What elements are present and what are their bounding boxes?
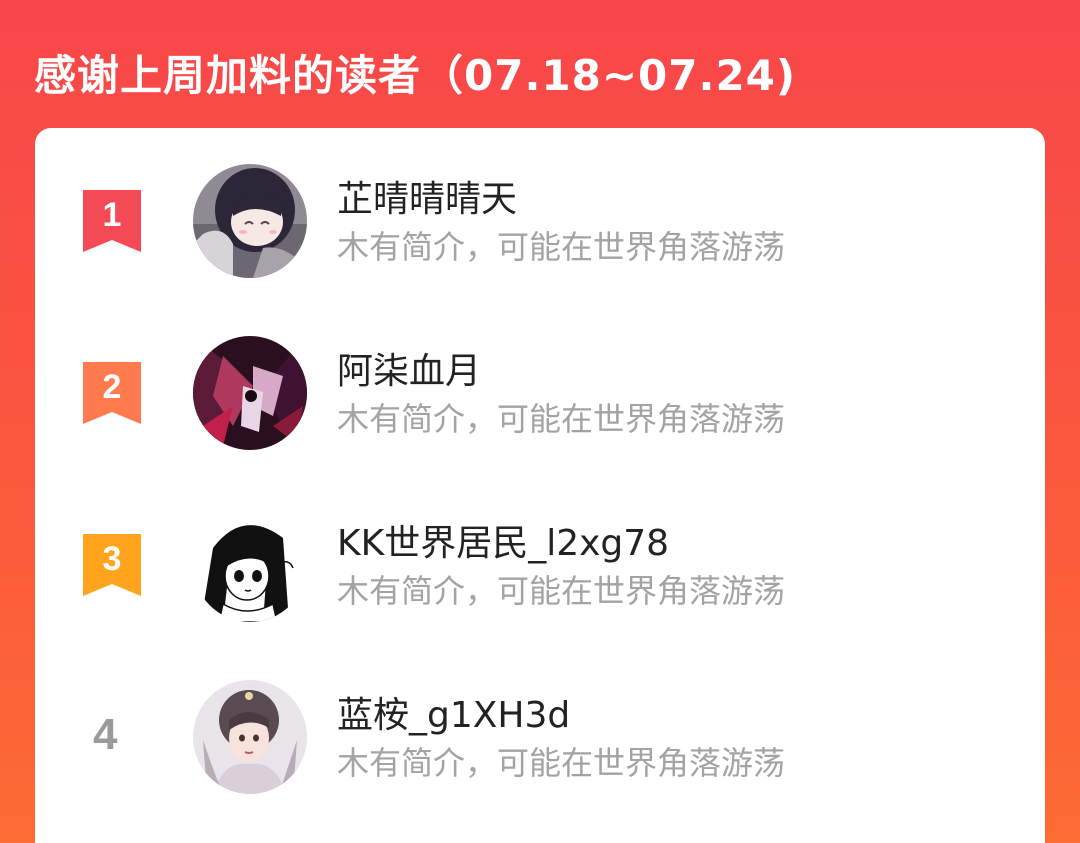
- reader-row-2[interactable]: 2 阿柒血月 木有简介，可能在世界角落游荡: [35, 336, 1045, 456]
- rank-badge-icon: 2: [83, 362, 141, 424]
- avatar[interactable]: [193, 680, 307, 794]
- reader-bio: 木有简介，可能在世界角落游荡: [337, 572, 786, 610]
- reader-name[interactable]: 芷晴晴晴天: [337, 170, 517, 222]
- reader-bio: 木有简介，可能在世界角落游荡: [337, 400, 786, 438]
- rank-number: 1: [103, 196, 122, 234]
- reader-row-3[interactable]: 3 KK世界居民_l2xg78 木有简介，可能在世界角落游荡: [35, 508, 1045, 628]
- reader-name[interactable]: 阿柒血月: [337, 342, 481, 394]
- reader-bio: 木有简介，可能在世界角落游荡: [337, 744, 786, 782]
- reader-row-1[interactable]: 1 芷晴晴晴天 木有简介，可能在世界角落游荡: [35, 164, 1045, 284]
- rank-number: 4: [93, 710, 118, 759]
- reader-list-card: 1 芷晴晴晴天 木有简介，可能在世界角落游荡 2 阿柒血月 木有简介，可能在世界…: [35, 128, 1045, 843]
- rank-badge-icon: 3: [83, 534, 141, 596]
- reader-name[interactable]: KK世界居民_l2xg78: [337, 514, 669, 566]
- avatar[interactable]: [193, 508, 307, 622]
- reader-name[interactable]: 蓝桉_g1XH3d: [337, 686, 570, 738]
- rank-number: 2: [103, 368, 122, 406]
- avatar[interactable]: [193, 336, 307, 450]
- avatar[interactable]: [193, 164, 307, 278]
- rank-badge-icon: 1: [83, 190, 141, 252]
- reader-row-4[interactable]: 4 蓝桉_g1XH3d 木有简介，可能在世界角落游荡: [35, 680, 1045, 800]
- reader-bio: 木有简介，可能在世界角落游荡: [337, 228, 786, 266]
- rank-number: 3: [103, 540, 122, 578]
- page-title: 感谢上周加料的读者（07.18~07.24): [34, 51, 797, 100]
